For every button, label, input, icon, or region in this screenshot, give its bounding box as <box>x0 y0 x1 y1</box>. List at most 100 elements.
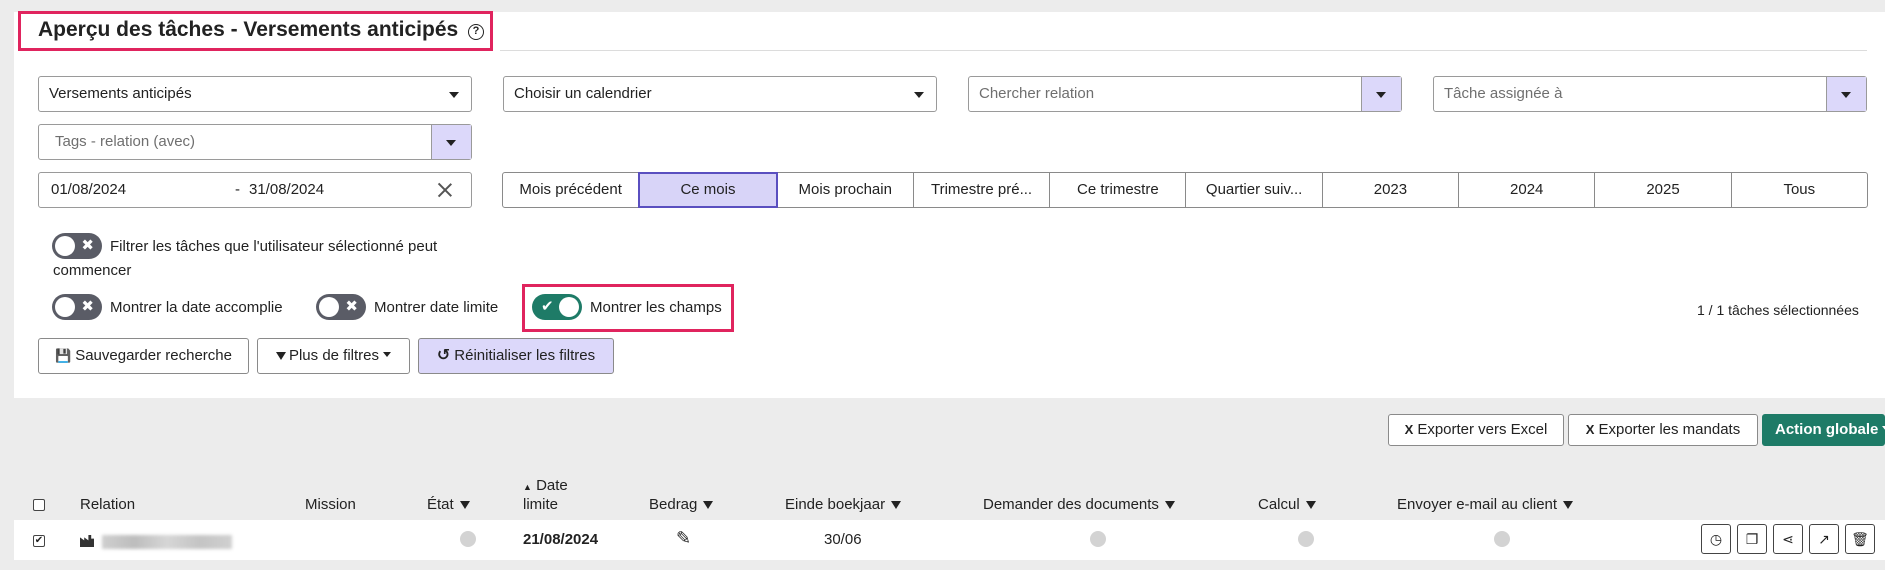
chevron-down-icon <box>1841 92 1851 98</box>
page-title: Aperçu des tâches - Versements anticipés… <box>38 18 485 42</box>
export-excel-button[interactable]: X Exporter vers Excel <box>1388 414 1564 446</box>
save-search-label: Sauvegarder recherche <box>75 347 232 364</box>
assigned-to-placeholder: Tâche assignée à <box>1444 85 1563 102</box>
sort-up-icon: ▲ <box>523 482 532 492</box>
pencil-icon[interactable]: ✎ <box>676 528 691 549</box>
share-button[interactable]: ⋖ <box>1773 524 1803 554</box>
fiscal-year-end-cell: 30/06 <box>824 531 862 548</box>
chevron-down-icon <box>1376 92 1386 98</box>
header-deadline-cont: limite <box>523 496 559 513</box>
export-mandates-button[interactable]: X Exporter les mandats <box>1568 414 1758 446</box>
excel-file-icon: X <box>1404 422 1414 437</box>
header-calc[interactable]: Calcul <box>1258 496 1316 513</box>
date-range-input[interactable]: 01/08/2024 - 31/08/2024 <box>38 172 472 208</box>
header-send-email[interactable]: Envoyer e-mail au client <box>1397 496 1574 513</box>
date-from[interactable]: 01/08/2024 <box>51 173 126 207</box>
global-action-button[interactable]: Action globale <box>1762 414 1885 446</box>
show-fields-toggle[interactable]: ✔ <box>532 294 582 320</box>
task-type-select[interactable]: Versements anticipés <box>38 76 472 112</box>
history-button[interactable]: ◷ <box>1701 524 1731 554</box>
filter-startable-toggle[interactable]: ✖ <box>52 233 102 259</box>
period-button[interactable]: 2024 <box>1458 172 1596 208</box>
assigned-to-input[interactable]: Tâche assignée à <box>1433 76 1867 112</box>
save-search-button[interactable]: 💾 Sauvegarder recherche <box>38 338 249 374</box>
period-button[interactable]: Mois précédent <box>502 172 640 208</box>
filter-startable-label: Filtrer les tâches que l'utilisateur sél… <box>110 238 438 255</box>
header-request-docs-label: Demander des documents <box>983 496 1159 513</box>
header-relation[interactable]: Relation <box>80 496 135 513</box>
relation-name-redacted[interactable] <box>102 535 232 549</box>
period-button[interactable]: Mois prochain <box>776 172 914 208</box>
copy-button[interactable]: ❐ <box>1737 524 1767 554</box>
show-done-date-label: Montrer la date accomplie <box>110 299 283 316</box>
save-icon: 💾 <box>55 348 72 363</box>
row-checkbox[interactable]: ✔ <box>33 535 45 547</box>
filter-icon[interactable] <box>1563 501 1574 509</box>
close-icon: ✖ <box>345 298 358 315</box>
show-deadline-toggle[interactable]: ✖ <box>316 294 366 320</box>
open-button[interactable]: ↗ <box>1809 524 1839 554</box>
filter-startable-label-cont: commencer <box>53 262 132 279</box>
chevron-down-icon <box>449 92 459 98</box>
relation-dropdown-button[interactable] <box>1361 77 1401 111</box>
show-fields-label: Montrer les champs <box>590 299 722 316</box>
filter-icon[interactable] <box>1164 501 1175 509</box>
period-button[interactable]: 2023 <box>1321 172 1460 208</box>
title-divider <box>500 50 1867 51</box>
request-docs-indicator <box>1090 531 1106 547</box>
period-button[interactable]: Quartier suiv... <box>1185 172 1323 208</box>
date-to[interactable]: 31/08/2024 <box>249 173 324 207</box>
filter-icon[interactable] <box>891 501 902 509</box>
refresh-icon: ↺ <box>436 347 451 364</box>
header-request-docs[interactable]: Demander des documents <box>983 496 1175 513</box>
toggle-knob <box>559 297 579 317</box>
period-button[interactable]: Trimestre pré... <box>912 172 1051 208</box>
clock-icon: ◷ <box>1709 531 1723 547</box>
reset-filters-button[interactable]: ↺ Réinitialiser les filtres <box>418 338 614 374</box>
show-done-date-toggle[interactable]: ✖ <box>52 294 102 320</box>
filter-icon[interactable] <box>459 501 470 509</box>
header-state[interactable]: État <box>427 496 470 513</box>
select-all-checkbox[interactable] <box>33 499 45 511</box>
period-button[interactable]: Ce trimestre <box>1049 172 1187 208</box>
header-fiscal-year-end[interactable]: Einde boekjaar <box>785 496 902 513</box>
period-button[interactable]: Tous <box>1730 172 1868 208</box>
more-filters-button[interactable]: Plus de filtres <box>257 338 410 374</box>
toggle-knob <box>55 297 75 317</box>
assigned-dropdown-button[interactable] <box>1826 77 1866 111</box>
header-send-email-label: Envoyer e-mail au client <box>1397 496 1558 513</box>
header-calc-label: Calcul <box>1258 496 1300 513</box>
filter-icon[interactable] <box>703 501 714 509</box>
export-excel-label: Exporter vers Excel <box>1417 421 1548 438</box>
chevron-down-icon <box>446 140 456 146</box>
tags-input[interactable]: Tags - relation (avec) <box>38 124 472 160</box>
period-button[interactable]: 2025 <box>1594 172 1732 208</box>
clear-icon[interactable] <box>437 182 453 198</box>
relation-search-placeholder: Chercher relation <box>979 85 1095 102</box>
header-mission[interactable]: Mission <box>305 496 356 513</box>
check-icon: ✔ <box>34 535 44 546</box>
tags-placeholder: Tags - relation (avec) <box>55 133 196 150</box>
calc-indicator <box>1298 531 1314 547</box>
period-button[interactable]: Ce mois <box>638 172 778 208</box>
relation-search-input[interactable]: Chercher relation <box>968 76 1402 112</box>
period-button-group: Mois précédent Ce mois Mois prochain Trimes… <box>502 172 1868 208</box>
filter-icon[interactable] <box>1305 501 1316 509</box>
close-icon: ✖ <box>81 237 94 254</box>
header-state-label: État <box>427 496 454 513</box>
header-amount[interactable]: Bedrag <box>649 496 714 513</box>
header-amount-label: Bedrag <box>649 496 698 513</box>
state-indicator <box>460 531 476 547</box>
toggle-knob <box>319 297 339 317</box>
show-deadline-label: Montrer date limite <box>374 299 499 316</box>
deadline-cell: 21/08/2024 <box>523 531 599 548</box>
tags-dropdown-button[interactable] <box>431 125 471 159</box>
table-row[interactable] <box>14 520 1885 560</box>
export-mandates-label: Exporter les mandats <box>1598 421 1741 438</box>
header-deadline[interactable]: ▲ Date <box>523 477 568 494</box>
chevron-down-icon <box>383 352 392 357</box>
toggle-knob <box>55 236 75 256</box>
calendar-select[interactable]: Choisir un calendrier <box>503 76 937 112</box>
help-icon[interactable]: ? <box>468 24 485 40</box>
delete-button[interactable]: 🗑 <box>1845 524 1875 554</box>
